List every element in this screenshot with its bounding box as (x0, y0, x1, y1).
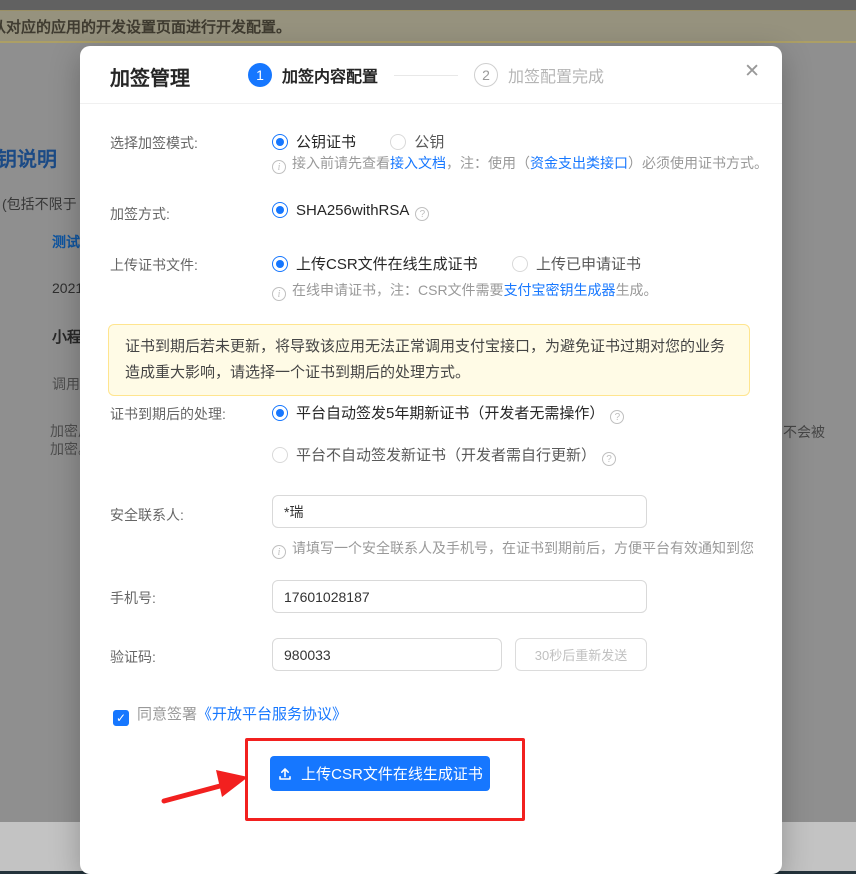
access-doc-link[interactable]: 接入文档 (390, 155, 446, 171)
radio-manual-renew[interactable] (272, 447, 288, 463)
agreement-text: 同意签署 (137, 706, 197, 723)
background-alert-banner: 从对应的应用的开发设置页面进行开发配置。 (0, 11, 856, 43)
contact-label: 安全联系人: (110, 505, 184, 525)
mode-note: i 接入前请先查看接入文档，注：使用（资金支出类接口）必须使用证书方式。 (272, 153, 768, 174)
step-2-label: 加签配置完成 (508, 63, 604, 87)
radio-label[interactable]: 公钥证书 (296, 134, 356, 151)
radio-label[interactable]: SHA256withRSA (296, 202, 409, 219)
help-icon[interactable]: ? (415, 207, 429, 221)
sign-type-label: 加签方式: (110, 204, 170, 224)
agreement-link[interactable]: 《开放平台服务协议》 (197, 706, 347, 723)
bg-text-fragment: (包括不限于 (2, 194, 77, 214)
modal-header: 加签管理 1 加签内容配置 2 加签配置完成 ✕ (80, 46, 782, 104)
cert-upload-note: i 在线申请证书，注：CSR文件需要支付宝密钥生成器生成。 (272, 280, 658, 301)
expiry-label: 证书到期后的处理: (110, 404, 226, 424)
sign-type-radio-group: SHA256withRSA? (272, 202, 429, 221)
upload-csr-button[interactable]: 上传CSR文件在线生成证书 (270, 756, 490, 791)
phone-input[interactable] (272, 580, 647, 613)
background-alert-text: 从对应的应用的开发设置页面进行开发配置。 (0, 16, 291, 37)
contact-input[interactable] (272, 495, 647, 528)
cert-upload-radio-group: 上传CSR文件在线生成证书 上传已申请证书 (272, 253, 641, 274)
step-2-circle: 2 (474, 63, 498, 87)
step-1-label: 加签内容配置 (282, 63, 378, 87)
radio-upload-existing[interactable] (512, 256, 528, 272)
signature-management-modal: 加签管理 1 加签内容配置 2 加签配置完成 ✕ 选择加签模式: 公钥证书 公钥… (80, 46, 782, 874)
code-input[interactable] (272, 638, 502, 671)
cert-upload-label: 上传证书文件: (110, 255, 198, 275)
info-icon: i (272, 545, 286, 559)
step-indicator: 1 加签内容配置 2 加签配置完成 (248, 63, 604, 87)
bg-text-fragment: 不会被 (783, 422, 825, 442)
cert-expiry-warning: 证书到期后若未更新，将导致该应用无法正常调用支付宝接口，为避免证书过期对您的业务… (108, 324, 750, 396)
radio-label[interactable]: 公钥 (414, 134, 444, 151)
key-generator-link[interactable]: 支付宝密钥生成器 (504, 282, 616, 298)
radio-label[interactable]: 平台不自动签发新证书（开发者需自行更新） (296, 447, 596, 464)
annotation-arrow (160, 760, 252, 806)
expiry-option-manual: 平台不自动签发新证书（开发者需自行更新）? (272, 444, 616, 466)
note-text: 请填写一个安全联系人及手机号，在证书到期前后，方便平台有效通知到您 (292, 540, 754, 556)
radio-upload-csr[interactable] (272, 256, 288, 272)
modal-title: 加签管理 (110, 62, 190, 91)
upload-icon (277, 766, 293, 782)
radio-public-key[interactable] (390, 134, 406, 150)
radio-sha256[interactable] (272, 202, 288, 218)
upload-csr-button-label: 上传CSR文件在线生成证书 (301, 763, 483, 784)
step-connector-line (394, 75, 458, 76)
radio-label[interactable]: 上传CSR文件在线生成证书 (296, 256, 478, 273)
screenshot-root: 从对应的应用的开发设置页面进行开发配置。 钥说明 (包括不限于 测试设 2021… (0, 0, 856, 874)
phone-label: 手机号: (110, 588, 156, 608)
radio-label[interactable]: 平台自动签发5年期新证书（开发者无需操作） (296, 405, 604, 422)
note-text: ）必须使用证书方式。 (628, 155, 768, 171)
resend-code-button[interactable]: 30秒后重新发送 (515, 638, 647, 671)
mode-label: 选择加签模式: (110, 133, 198, 153)
bg-text-fragment: 钥说明 (0, 143, 57, 172)
fund-api-link[interactable]: 资金支出类接口 (530, 155, 628, 171)
radio-label[interactable]: 上传已申请证书 (536, 256, 641, 273)
radio-auto-renew[interactable] (272, 405, 288, 421)
contact-note: i 请填写一个安全联系人及手机号，在证书到期前后，方便平台有效通知到您 (272, 538, 754, 559)
info-icon: i (272, 287, 286, 301)
agreement-checkbox[interactable]: ✓ (113, 710, 129, 726)
code-label: 验证码: (110, 647, 156, 667)
note-text: 生成。 (616, 282, 658, 298)
mode-radio-group: 公钥证书 公钥 (272, 131, 444, 152)
agreement-row: ✓ 同意签署《开放平台服务协议》 (113, 703, 347, 726)
note-text: ，注：使用（ (446, 155, 530, 171)
expiry-option-auto: 平台自动签发5年期新证书（开发者无需操作）? (272, 402, 624, 424)
step-1-circle: 1 (248, 63, 272, 87)
radio-public-key-cert[interactable] (272, 134, 288, 150)
help-icon[interactable]: ? (602, 452, 616, 466)
note-text: 在线申请证书，注：CSR文件需要 (292, 282, 504, 298)
note-text: 接入前请先查看 (292, 155, 390, 171)
help-icon[interactable]: ? (610, 410, 624, 424)
info-icon: i (272, 160, 286, 174)
background-top-bar (0, 0, 856, 11)
close-icon[interactable]: ✕ (744, 62, 760, 81)
